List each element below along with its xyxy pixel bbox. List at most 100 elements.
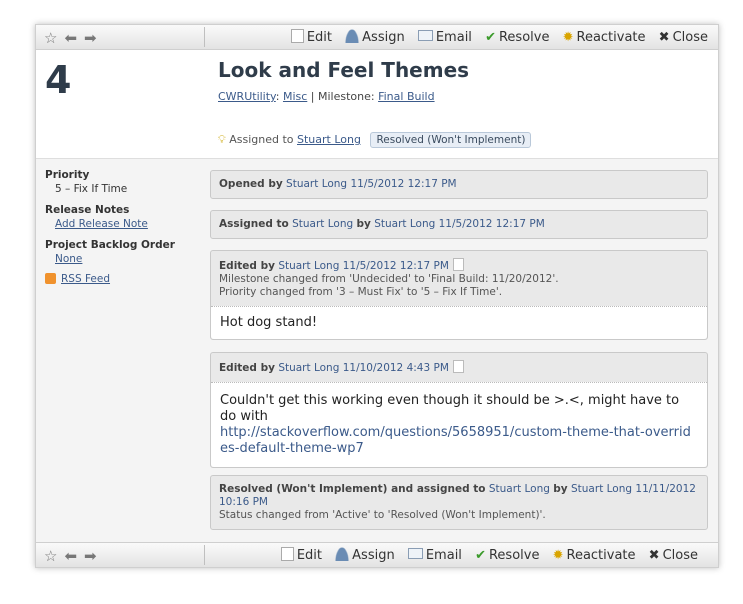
nav-group: ☆ ⬅ ➡ [44,547,104,565]
reactivate-button[interactable]: ✹ Reactivate [553,548,636,563]
event-user-link[interactable]: Stuart Long [374,218,435,230]
top-toolbar: ☆ ⬅ ➡ Edit Assign Email ✔ Resolve ✹ Reactiva… [36,25,718,50]
note-icon [452,258,464,271]
forward-arrow-icon[interactable]: ➡ [84,29,100,47]
status-badge: Resolved (Won't Implement) [370,132,532,148]
assigned-line: 💡︎ Assigned to Stuart Long Resolved (Won… [218,132,532,148]
priority-label: Priority [45,169,90,181]
email-label: Email [425,548,462,563]
event-date: 11/10/2012 4:43 PM [342,362,449,374]
backlog-order-label: Project Backlog Order [45,239,175,251]
toolbar-divider [204,27,205,47]
checkmark-icon: ✔ [475,548,486,563]
back-arrow-icon[interactable]: ⬅ [64,29,80,47]
close-button[interactable]: ✖ Close [649,548,698,563]
rss-icon [45,273,56,284]
event-date: 11/5/2012 12:17 PM [342,260,449,272]
event-target-link[interactable]: Stuart Long [489,483,550,495]
project-link[interactable]: CWRUtility [218,90,276,103]
event-opened: Opened by Stuart Long 11/5/2012 12:17 PM [210,170,708,199]
resolve-button[interactable]: ✔ Resolve [475,548,539,563]
reactivate-button[interactable]: ✹ Reactivate [563,30,646,45]
add-release-note-link[interactable]: Add Release Note [55,218,148,230]
case-panel: ☆ ⬅ ➡ Edit Assign Email ✔ Resolve ✹ Reactiva… [35,24,719,568]
event-change: Milestone changed from 'Undecided' to 'F… [219,273,559,285]
email-button[interactable]: Email [417,30,472,45]
event-edited-1: Edited by Stuart Long 11/5/2012 12:17 PM… [210,250,708,340]
edit-icon [280,547,294,561]
close-label: Close [662,548,698,563]
nav-group: ☆ ⬅ ➡ [44,29,104,47]
release-notes-label: Release Notes [45,204,130,216]
star-icon[interactable]: ☆ [44,547,60,565]
event-edited-2: Edited by Stuart Long 11/10/2012 4:43 PM… [210,352,708,468]
rss-feed-link[interactable]: RSS Feed [61,273,110,285]
bottom-toolbar: ☆ ⬅ ➡ Edit Assign Email ✔ Resolve ✹ Reactiva… [36,542,718,567]
event-body: Hot dog stand! [211,306,707,339]
close-icon: ✖ [658,30,670,45]
email-button[interactable]: Email [407,548,462,563]
area-link[interactable]: Misc [283,90,307,103]
reactivate-icon: ✹ [552,548,564,563]
event-action: Assigned to [219,218,289,230]
rss-feed[interactable]: RSS Feed [45,273,205,285]
sidebar: Priority 5 – Fix If Time Release Notes A… [45,169,205,285]
back-arrow-icon[interactable]: ⬅ [64,547,80,565]
milestone-label: Milestone: [318,90,375,103]
event-change: Priority changed from '3 – Must Fix' to … [219,286,503,298]
close-icon: ✖ [648,548,660,563]
event-user-link[interactable]: Stuart Long [278,362,339,374]
event-date: 11/5/2012 12:17 PM [438,218,545,230]
lightbulb-icon: 💡︎ [218,133,226,146]
event-user-link[interactable]: Stuart Long [278,260,339,272]
case-number: 4 [45,58,72,102]
edit-label: Edit [306,30,333,45]
edit-icon [290,29,304,43]
event-date: 11/5/2012 12:17 PM [350,178,457,190]
forward-arrow-icon[interactable]: ➡ [84,547,100,565]
reactivate-label: Reactivate [566,548,636,563]
reactivate-label: Reactivate [576,30,646,45]
edit-button[interactable]: Edit [280,547,323,563]
email-label: Email [435,30,472,45]
priority-value[interactable]: 5 – Fix If Time [55,183,205,195]
assigned-user-link[interactable]: Stuart Long [297,133,361,146]
event-by: by [356,218,371,230]
assign-button[interactable]: Assign [335,547,395,563]
email-icon [417,30,433,41]
event-body: Couldn't get this working even though it… [220,393,680,424]
reactivate-icon: ✹ [562,30,574,45]
close-label: Close [672,30,708,45]
resolve-button[interactable]: ✔ Resolve [485,30,549,45]
email-icon [407,548,423,559]
resolve-label: Resolve [488,548,540,563]
event-user-link[interactable]: Stuart Long [286,178,347,190]
event-change: Status changed from 'Active' to 'Resolve… [219,509,546,521]
event-action: Opened by [219,178,283,190]
assign-label: Assign [362,30,405,45]
checkmark-icon: ✔ [485,30,496,45]
action-group: Edit Assign Email ✔ Resolve ✹ Reactivate ✖… [272,547,698,563]
backlog-order-link[interactable]: None [55,253,82,265]
event-action: Resolved (Won't Implement) and assigned … [219,483,486,495]
toolbar-divider [204,545,205,565]
case-header: 4 Look and Feel Themes CWRUtility: Misc … [36,50,718,159]
event-target-link[interactable]: Stuart Long [292,218,353,230]
event-resolved: Resolved (Won't Implement) and assigned … [210,475,708,530]
assigned-prefix: Assigned to [229,133,294,146]
milestone-link[interactable]: Final Build [378,90,434,103]
resolve-label: Resolve [498,30,550,45]
edit-label: Edit [296,548,323,563]
edit-button[interactable]: Edit [290,29,333,45]
assign-button[interactable]: Assign [345,29,405,45]
close-button[interactable]: ✖ Close [659,30,708,45]
case-title: Look and Feel Themes [218,58,470,82]
action-group: Edit Assign Email ✔ Resolve ✹ Reactivate ✖… [282,29,708,45]
star-icon[interactable]: ☆ [44,29,60,47]
stackoverflow-link[interactable]: http://stackoverflow.com/questions/56589… [220,425,691,456]
user-icon [335,547,350,561]
event-user-link[interactable]: Stuart Long [571,483,632,495]
note-icon [452,360,464,373]
assign-label: Assign [352,548,395,563]
event-assigned: Assigned to Stuart Long by Stuart Long 1… [210,210,708,239]
